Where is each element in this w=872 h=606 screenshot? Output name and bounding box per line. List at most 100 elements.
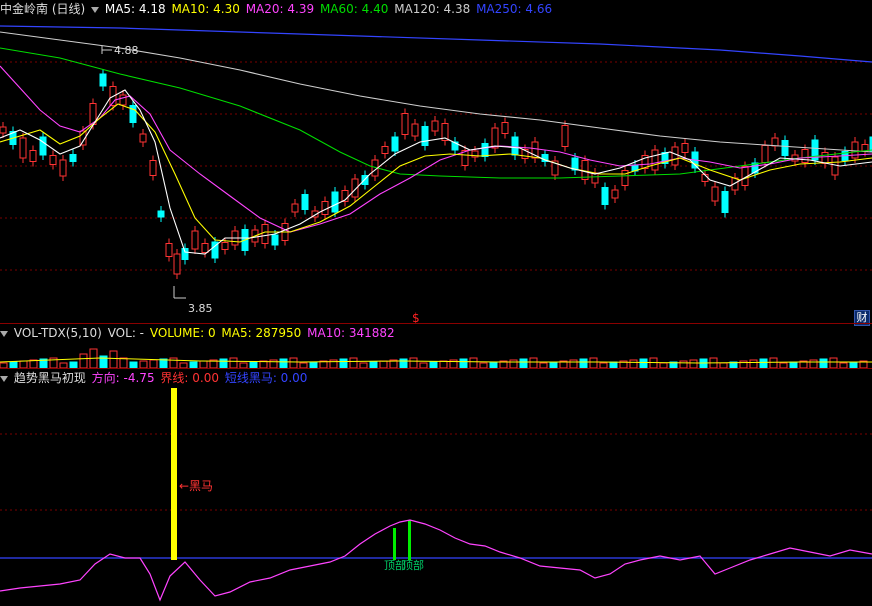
ma250-label: MA250: 4.66 (476, 2, 553, 16)
high-label: 4.88 (114, 44, 139, 57)
volume-bar (229, 357, 238, 368)
candle (501, 122, 509, 134)
candle (821, 152, 829, 164)
boundary-label: 界线: 0.00 (160, 371, 219, 385)
candle (381, 146, 389, 154)
volume-bar (409, 357, 418, 368)
volume-bar (759, 358, 768, 368)
ma120-label: MA120: 4.38 (394, 2, 471, 16)
volume-bar (399, 358, 408, 368)
candle (401, 113, 409, 135)
vol-ma5-label: MA5: 287950 (221, 326, 302, 340)
candle (481, 143, 489, 157)
candlesticks (0, 69, 872, 279)
volume-bar (459, 358, 468, 368)
candle (39, 136, 47, 156)
candle (651, 149, 659, 171)
candle (831, 156, 839, 176)
candle (261, 224, 269, 244)
dark-horse-label: 短线黑马: 0.00 (224, 371, 308, 385)
candle (411, 123, 419, 137)
volume-bar (349, 357, 358, 368)
volume-bar (689, 359, 698, 368)
candle (301, 194, 309, 210)
stock-title[interactable]: 中金岭南 (日线) (0, 2, 85, 16)
candle (221, 242, 229, 250)
candle (681, 143, 689, 153)
volume-indicator-name[interactable]: VOL-TDX(5,10) (14, 326, 102, 340)
volume-bar (289, 357, 298, 368)
candle (781, 140, 789, 156)
volume-value-label: VOLUME: 0 (149, 326, 216, 340)
chevron-down-icon[interactable] (91, 6, 100, 13)
volume-bars (0, 348, 872, 368)
candle (139, 133, 147, 143)
candle (711, 186, 719, 202)
candle (271, 234, 279, 246)
direction-label: 方向: -4.75 (91, 371, 155, 385)
volume-bar (279, 358, 288, 368)
indicator-chart[interactable]: ←黑马 顶部 顶部 (0, 386, 872, 606)
chevron-down-icon[interactable] (0, 330, 8, 337)
low-label: 3.85 (188, 302, 213, 315)
candle (801, 149, 809, 163)
low-marker: 3.85 (173, 286, 213, 315)
indicator-name[interactable]: 趋势黑马初现 (14, 371, 86, 385)
candle (621, 170, 629, 186)
volume-bar (519, 358, 528, 368)
volume-bar (379, 360, 388, 368)
candle (611, 189, 619, 199)
event-marker[interactable]: $ (412, 311, 420, 323)
volume-bar (199, 360, 208, 368)
candle (19, 137, 27, 159)
chevron-down-icon[interactable] (0, 375, 8, 382)
volume-bar (819, 358, 828, 368)
volume-bar (109, 350, 118, 368)
candle (331, 191, 339, 213)
dark-horse-pointer: ←黑马 (179, 479, 213, 493)
volume-bar (149, 359, 158, 368)
ma20-line (0, 65, 872, 233)
candle (59, 159, 67, 177)
candle (771, 137, 779, 147)
volume-bar (679, 360, 688, 368)
volume-bar (579, 358, 588, 368)
candle (99, 73, 107, 87)
volume-chart[interactable] (0, 342, 872, 368)
ma10-label: MA10: 4.30 (171, 2, 240, 16)
candle (291, 203, 299, 213)
price-chart[interactable]: 4.88 3.85 $ (0, 18, 872, 323)
top-bar-1 (393, 528, 396, 560)
candle (69, 154, 77, 162)
candle (29, 150, 37, 162)
direction-line (0, 519, 872, 602)
volume-bar (439, 360, 448, 368)
ma20-label: MA20: 4.39 (245, 2, 315, 16)
vol-label: VOL: - (107, 326, 145, 340)
candle (119, 94, 127, 106)
volume-bar (639, 358, 648, 368)
volume-bar (79, 353, 88, 368)
candle (721, 191, 729, 213)
volume-bar (529, 357, 538, 368)
ma60-label: MA60: 4.40 (319, 2, 389, 16)
volume-bar (569, 359, 578, 368)
top-bar-2 (408, 520, 411, 560)
vol-ma10-label: MA10: 341882 (307, 326, 395, 340)
indicator-header: 趋势黑马初现 方向: -4.75 界线: 0.00 短线黑马: 0.00 (0, 369, 309, 387)
candle (761, 145, 769, 163)
candle (165, 243, 173, 257)
top-label-2: 顶部 (402, 558, 424, 572)
volume-bar (509, 359, 518, 368)
main-header: 中金岭南 (日线) MA5: 4.18 MA10: 4.30 MA20: 4.3… (0, 0, 554, 18)
volume-header: VOL-TDX(5,10) VOL: - VOLUME: 0 MA5: 2879… (0, 324, 397, 342)
volume-bar (139, 360, 148, 368)
ma5-label: MA5: 4.18 (104, 2, 166, 16)
candle (511, 136, 519, 156)
candle (421, 126, 429, 146)
volume-bar (629, 359, 638, 368)
candle (431, 120, 439, 132)
volume-bar (749, 359, 758, 368)
volume-bar (269, 359, 278, 368)
candle (181, 248, 189, 260)
